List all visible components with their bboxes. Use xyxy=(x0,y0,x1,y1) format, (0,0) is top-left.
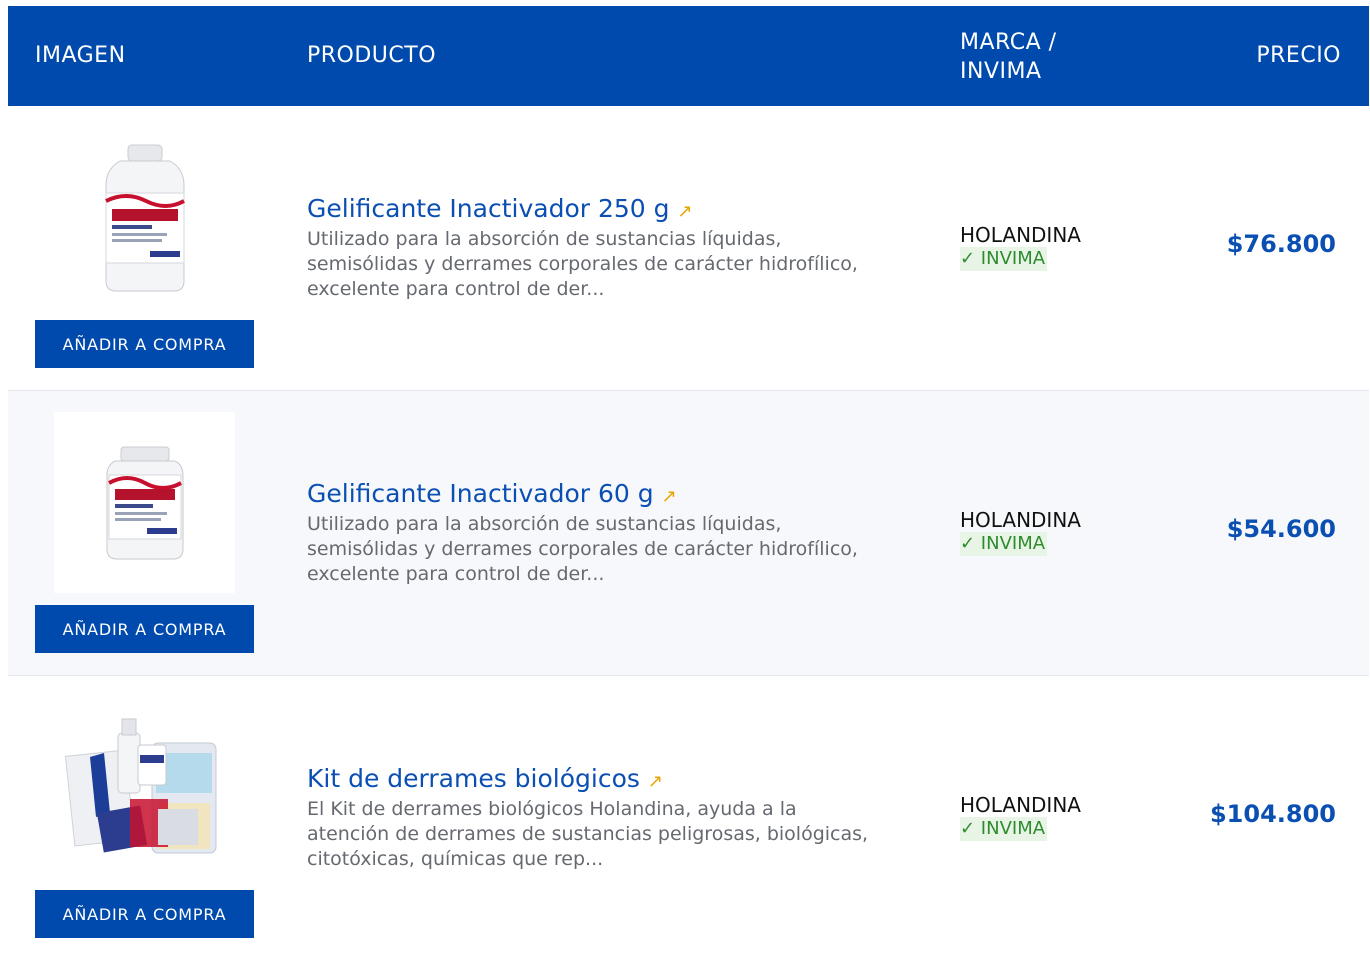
add-to-cart-button[interactable]: AÑADIR A COMPRA xyxy=(35,320,254,368)
product-title: Gelificante Inactivador 60 g xyxy=(307,479,654,508)
product-description: Utilizado para la absorción de sustancia… xyxy=(307,513,858,585)
product-image[interactable] xyxy=(54,127,235,308)
external-link-icon: ↗ xyxy=(677,201,693,222)
product-title: Gelificante Inactivador 250 g xyxy=(307,194,670,223)
product-price: $54.600 xyxy=(1226,515,1336,543)
product-title-link[interactable]: Gelificante Inactivador 250 g ↗ xyxy=(307,194,693,227)
product-price: $76.800 xyxy=(1226,230,1336,258)
header-product: PRODUCTO xyxy=(307,43,437,68)
bottle-image xyxy=(104,144,185,291)
external-link-icon: ↗ xyxy=(661,486,677,507)
product-title: Kit de derrames biológicos xyxy=(307,764,640,793)
header-brand: MARCA / INVIMA xyxy=(960,30,1057,84)
product-image[interactable] xyxy=(54,697,235,878)
product-description: El Kit de derrames biológicos Holandina,… xyxy=(307,798,869,870)
header-price: PRECIO xyxy=(1256,43,1341,68)
product-image[interactable] xyxy=(54,412,235,593)
product-description: Utilizado para la absorción de sustancia… xyxy=(307,228,858,300)
product-info: Kit de derrames biológicos ↗ El Kit de de… xyxy=(307,764,907,872)
product-table: IMAGEN PRODUCTO MARCA / INVIMA PRECIO AÑ… xyxy=(8,6,1369,951)
external-link-icon: ↗ xyxy=(647,771,664,792)
product-price: $104.800 xyxy=(1209,800,1336,828)
brand-name: HOLANDINA xyxy=(960,508,1081,532)
table-row: AÑADIR A COMPRA Gelificante Inactivador … xyxy=(8,106,1369,391)
product-info: Gelificante Inactivador 60 g ↗ Utilizado … xyxy=(307,479,907,587)
kit-image xyxy=(64,718,216,853)
brand-name: HOLANDINA xyxy=(960,793,1081,817)
invima-badge: ✓ INVIMA xyxy=(960,817,1048,841)
add-to-cart-button[interactable]: AÑADIR A COMPRA xyxy=(35,605,254,653)
product-title-link[interactable]: Kit de derrames biológicos ↗ xyxy=(307,764,663,797)
table-header: IMAGEN PRODUCTO MARCA / INVIMA PRECIO xyxy=(8,6,1369,106)
invima-badge: ✓ INVIMA xyxy=(960,532,1048,556)
table-row: AÑADIR A COMPRA Kit de derrames biológic… xyxy=(8,676,1369,951)
product-title-link[interactable]: Gelificante Inactivador 60 g ↗ xyxy=(307,479,677,512)
brand-cell: HOLANDINA ✓ INVIMA xyxy=(960,508,1081,556)
brand-cell: HOLANDINA ✓ INVIMA xyxy=(960,793,1081,841)
invima-badge: ✓ INVIMA xyxy=(960,247,1048,271)
brand-name: HOLANDINA xyxy=(960,223,1081,247)
product-info: Gelificante Inactivador 250 g ↗ Utilizado… xyxy=(307,194,907,302)
add-to-cart-button[interactable]: AÑADIR A COMPRA xyxy=(35,890,254,938)
jar-image xyxy=(106,446,183,559)
header-image: IMAGEN xyxy=(35,43,126,68)
brand-cell: HOLANDINA ✓ INVIMA xyxy=(960,223,1081,271)
table-row: AÑADIR A COMPRA Gelificante Inactivador … xyxy=(8,391,1369,676)
